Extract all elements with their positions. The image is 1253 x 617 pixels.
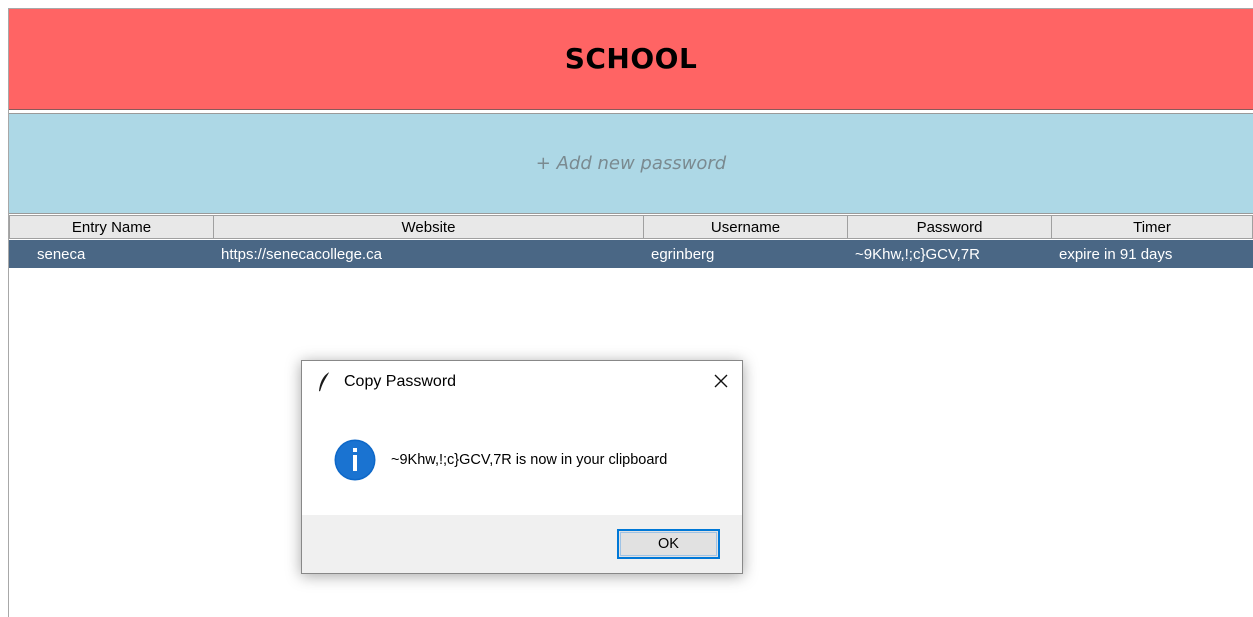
table-header: Entry Name Website Username Password Tim… xyxy=(9,215,1253,239)
column-header-entry-name[interactable]: Entry Name xyxy=(9,215,214,239)
column-header-password[interactable]: Password xyxy=(848,215,1052,239)
feather-icon xyxy=(319,371,330,392)
cell-timer: expire in 91 days xyxy=(1059,245,1173,263)
cell-password: ~9Khw,!;c}GCV,7R xyxy=(855,245,980,263)
column-header-timer[interactable]: Timer xyxy=(1052,215,1253,239)
cell-username: egrinberg xyxy=(651,245,715,263)
cell-entry-name: seneca xyxy=(37,245,86,263)
dialog-titlebar: Copy Password xyxy=(302,361,742,403)
dialog-body: ~9Khw,!;c}GCV,7R is now in your clipboar… xyxy=(302,403,742,515)
dialog-title: Copy Password xyxy=(344,373,457,390)
ok-button[interactable]: OK xyxy=(617,529,720,559)
add-new-password-button[interactable]: + Add new password xyxy=(9,113,1253,214)
cell-website: https://senecacollege.ca xyxy=(221,245,382,263)
category-header: SCHOOL xyxy=(9,9,1253,110)
category-title: SCHOOL xyxy=(564,41,698,75)
info-icon xyxy=(334,439,376,481)
copy-password-dialog: Copy Password ~9Khw,!;c}GCV,7R is now in… xyxy=(301,360,743,574)
table-row[interactable]: seneca https://senecacollege.ca egrinber… xyxy=(9,240,1253,268)
close-icon[interactable] xyxy=(708,370,734,394)
column-header-username[interactable]: Username xyxy=(644,215,848,239)
add-new-password-label: + Add new password xyxy=(535,153,727,174)
column-header-website[interactable]: Website xyxy=(214,215,644,239)
dialog-footer: OK xyxy=(302,515,742,573)
dialog-message: ~9Khw,!;c}GCV,7R is now in your clipboar… xyxy=(391,452,668,468)
